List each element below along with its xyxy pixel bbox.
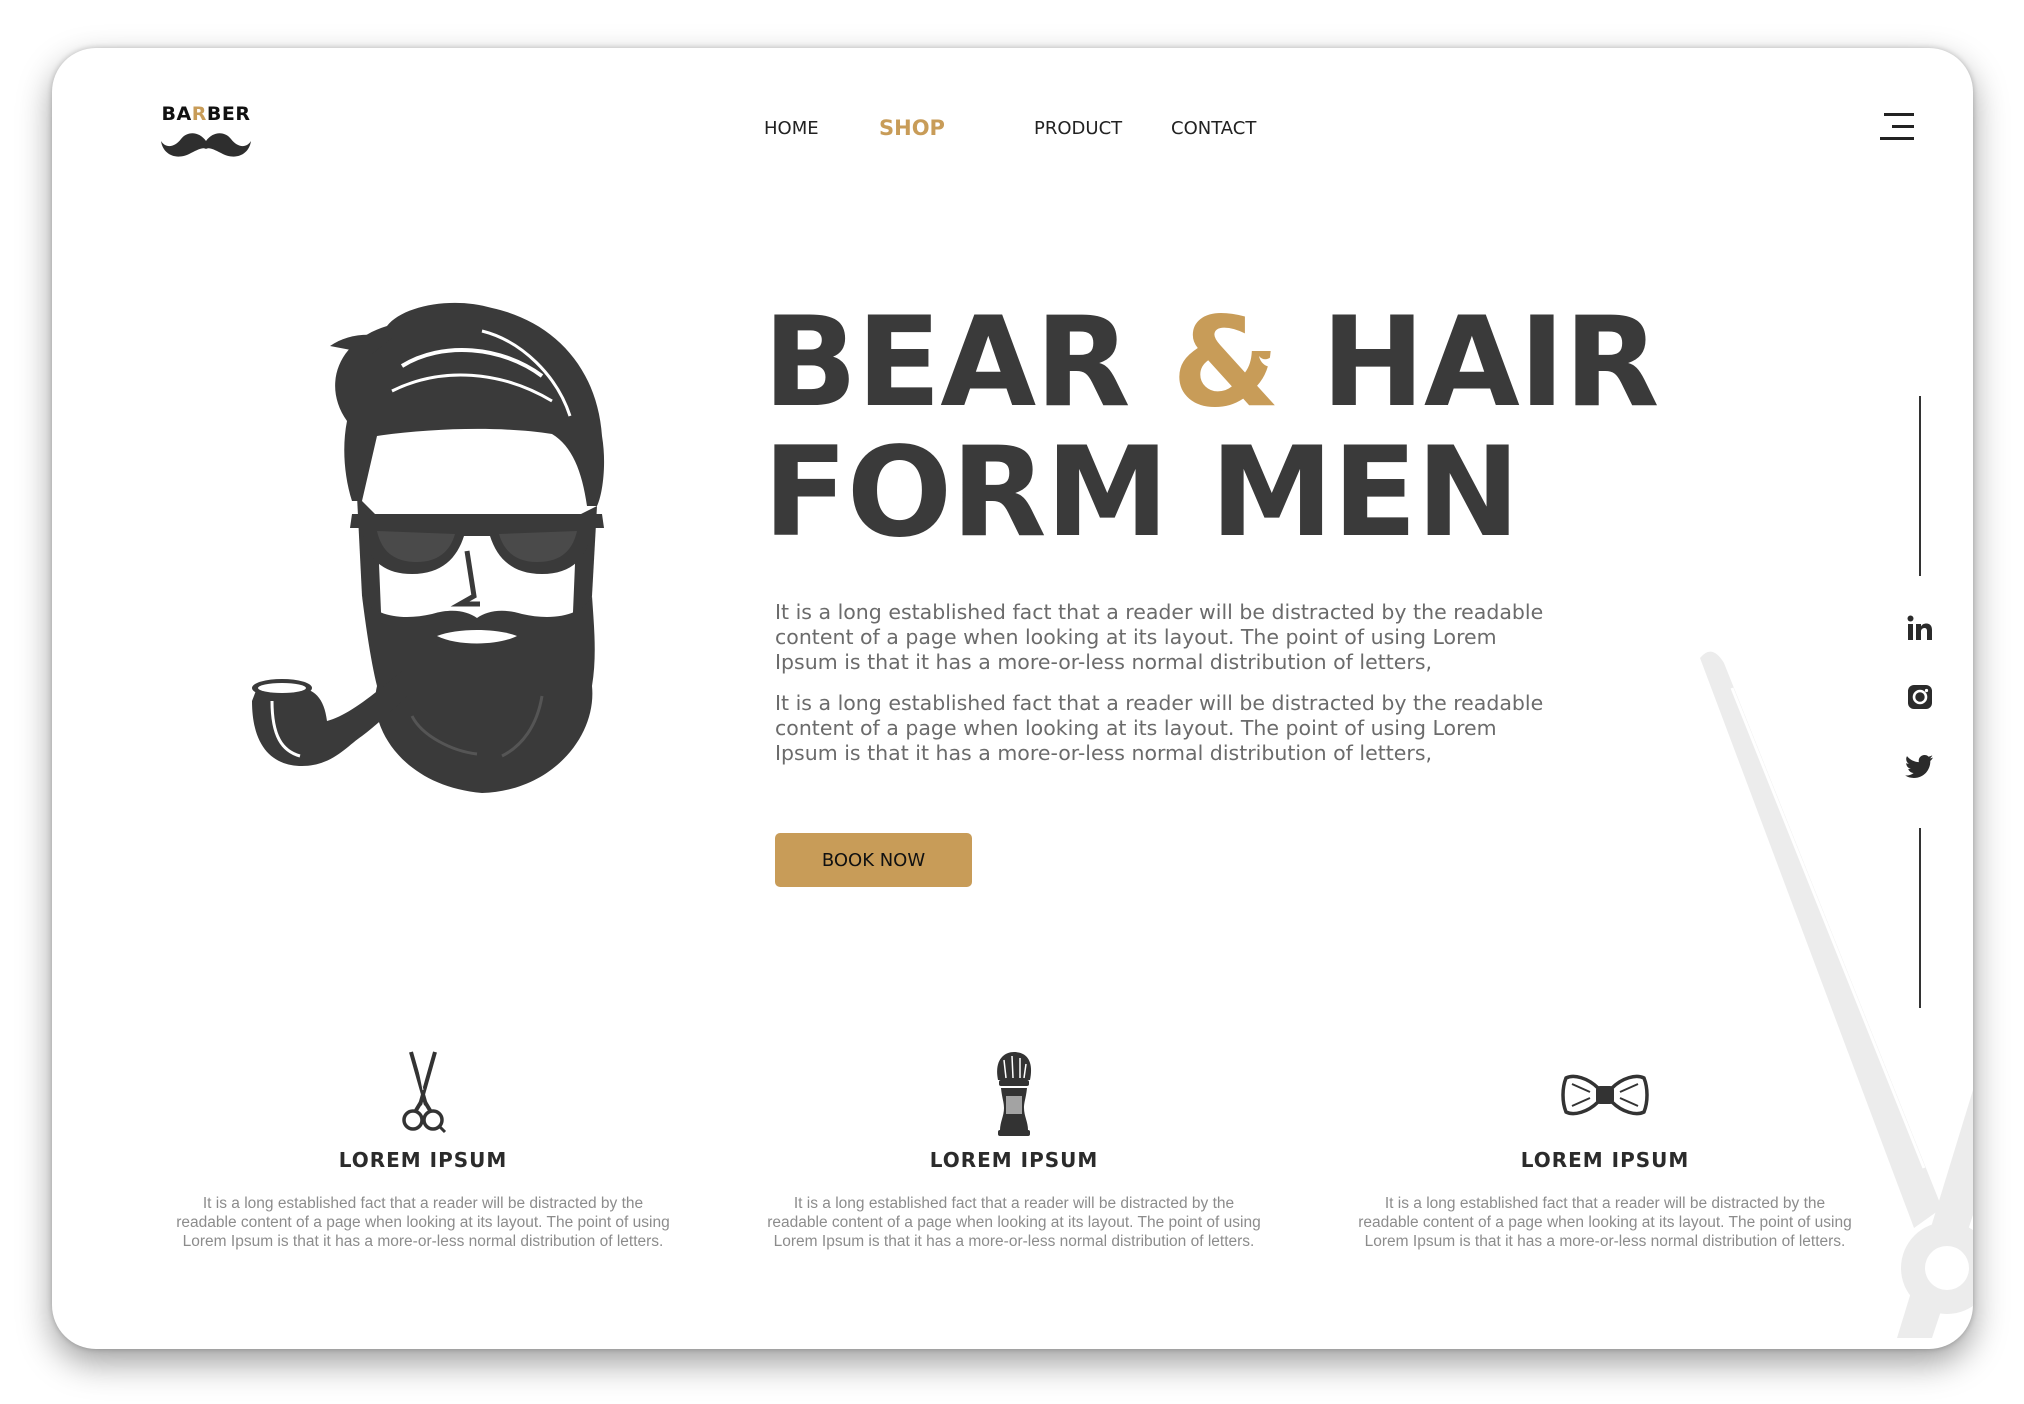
hero-title-line2: FORM MEN [763,421,1520,565]
divider-line [1919,828,1921,1008]
feature-card: LOREM IPSUM It is a long established fac… [168,1050,678,1251]
feature-description: It is a long established fact that a rea… [176,1195,670,1250]
shaving-brush-icon [997,1052,1032,1136]
bow-tie-icon [1561,1074,1649,1116]
divider-line [1919,396,1921,576]
book-now-button[interactable]: BOOK NOW [775,833,972,887]
bearded-man-illustration [252,302,605,793]
hero-title: BEAR & HAIR FORM MEN [763,298,1660,558]
hero-title-line1: BEAR & HAIR [763,291,1660,435]
nav-shop[interactable]: SHOP [879,116,945,140]
instagram-icon[interactable] [1905,682,1935,712]
hero-paragraph-1: It is a long established fact that a rea… [775,600,1544,674]
feature-title: LOREM IPSUM [1520,1148,1690,1172]
feature-card: LOREM IPSUM It is a long established fac… [1350,1050,1860,1251]
brand-logo-text: BARBER [161,103,251,125]
scissors-icon [402,1051,447,1134]
feature-description: It is a long established fact that a rea… [767,1195,1261,1250]
mustache-icon [1259,351,1325,368]
brand-logo[interactable]: BARBER [160,103,252,175]
feature-title: LOREM IPSUM [338,1148,508,1172]
landing-page-card: BARBER HOME SHOP PRODUCT CONTACT BEAR & … [52,48,1973,1349]
hamburger-menu-icon[interactable] [1878,110,1916,144]
nav-product[interactable]: PRODUCT [1034,118,1122,139]
hero-paragraph-2: It is a long established fact that a rea… [775,691,1544,765]
nav-contact[interactable]: CONTACT [1171,118,1256,139]
nav-home[interactable]: HOME [764,118,819,139]
feature-card: LOREM IPSUM It is a long established fac… [759,1050,1269,1251]
feature-title: LOREM IPSUM [929,1148,1099,1172]
linkedin-icon[interactable] [1905,613,1935,643]
feature-description: It is a long established fact that a rea… [1358,1195,1852,1250]
mustache-icon [161,133,251,157]
twitter-icon[interactable] [1905,751,1935,781]
